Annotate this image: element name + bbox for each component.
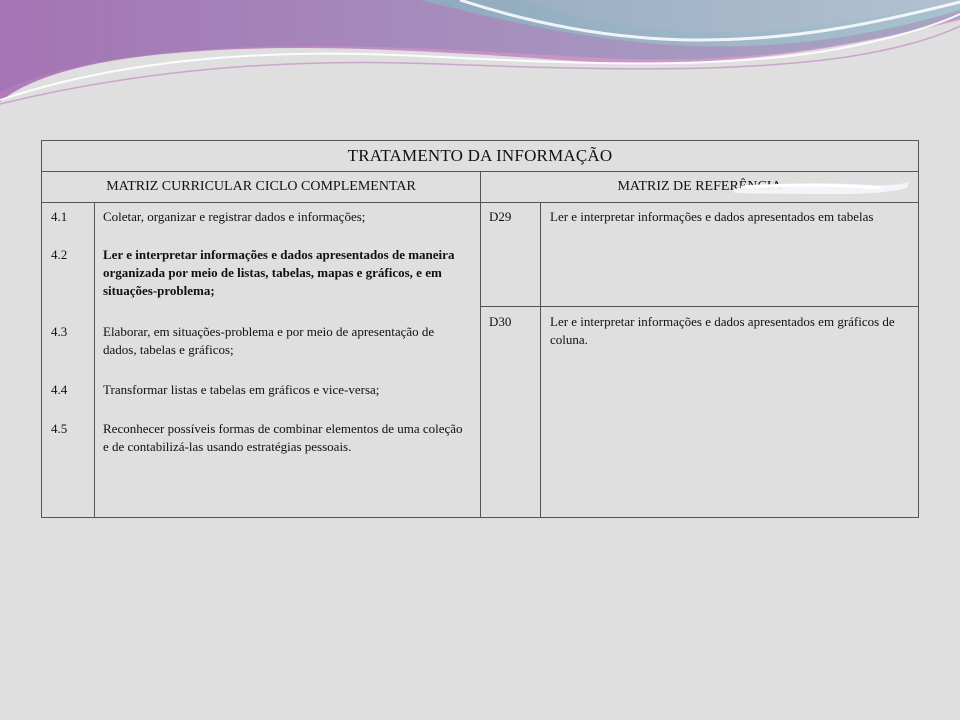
descriptor-code-divider <box>540 203 541 517</box>
curriculum-code: 4.1 <box>51 209 68 224</box>
reference-matrix-header: MATRIZ DE REFERÊNCIA <box>481 172 918 202</box>
descriptor-code: D30 <box>489 314 512 329</box>
curriculum-text-highlighted: Ler e interpretar informações e dados ap… <box>103 247 455 298</box>
curriculum-text: Reconhecer possíveis formas de combinar … <box>103 421 463 454</box>
information-treatment-table: TRATAMENTO DA INFORMAÇÃO MATRIZ CURRICUL… <box>41 140 919 518</box>
curriculum-text: Transformar listas e tabelas em gráficos… <box>103 382 380 397</box>
matrix-divider <box>480 203 481 517</box>
descriptor-code: D29 <box>489 209 512 224</box>
curriculum-text: Elaborar, em situações-problema e por me… <box>103 324 435 357</box>
curriculum-text: Coletar, organizar e registrar dados e i… <box>103 209 366 224</box>
curriculum-matrix-header: MATRIZ CURRICULAR CICLO COMPLEMENTAR <box>106 179 416 194</box>
descriptor-text: Ler e interpretar informações e dados ap… <box>550 209 874 224</box>
header-divider <box>480 172 481 202</box>
curriculum-code-divider <box>94 203 95 517</box>
curriculum-code: 4.2 <box>51 247 68 262</box>
redaction-smudge <box>733 182 909 194</box>
curriculum-code: 4.3 <box>51 324 68 339</box>
curriculum-code: 4.5 <box>51 421 68 436</box>
descriptor-row-divider <box>480 306 918 307</box>
descriptor-text: Ler e interpretar informações e dados ap… <box>550 314 895 347</box>
curriculum-code: 4.4 <box>51 382 68 397</box>
table-title: TRATAMENTO DA INFORMAÇÃO <box>42 141 918 172</box>
slide-header-banner <box>0 0 960 120</box>
